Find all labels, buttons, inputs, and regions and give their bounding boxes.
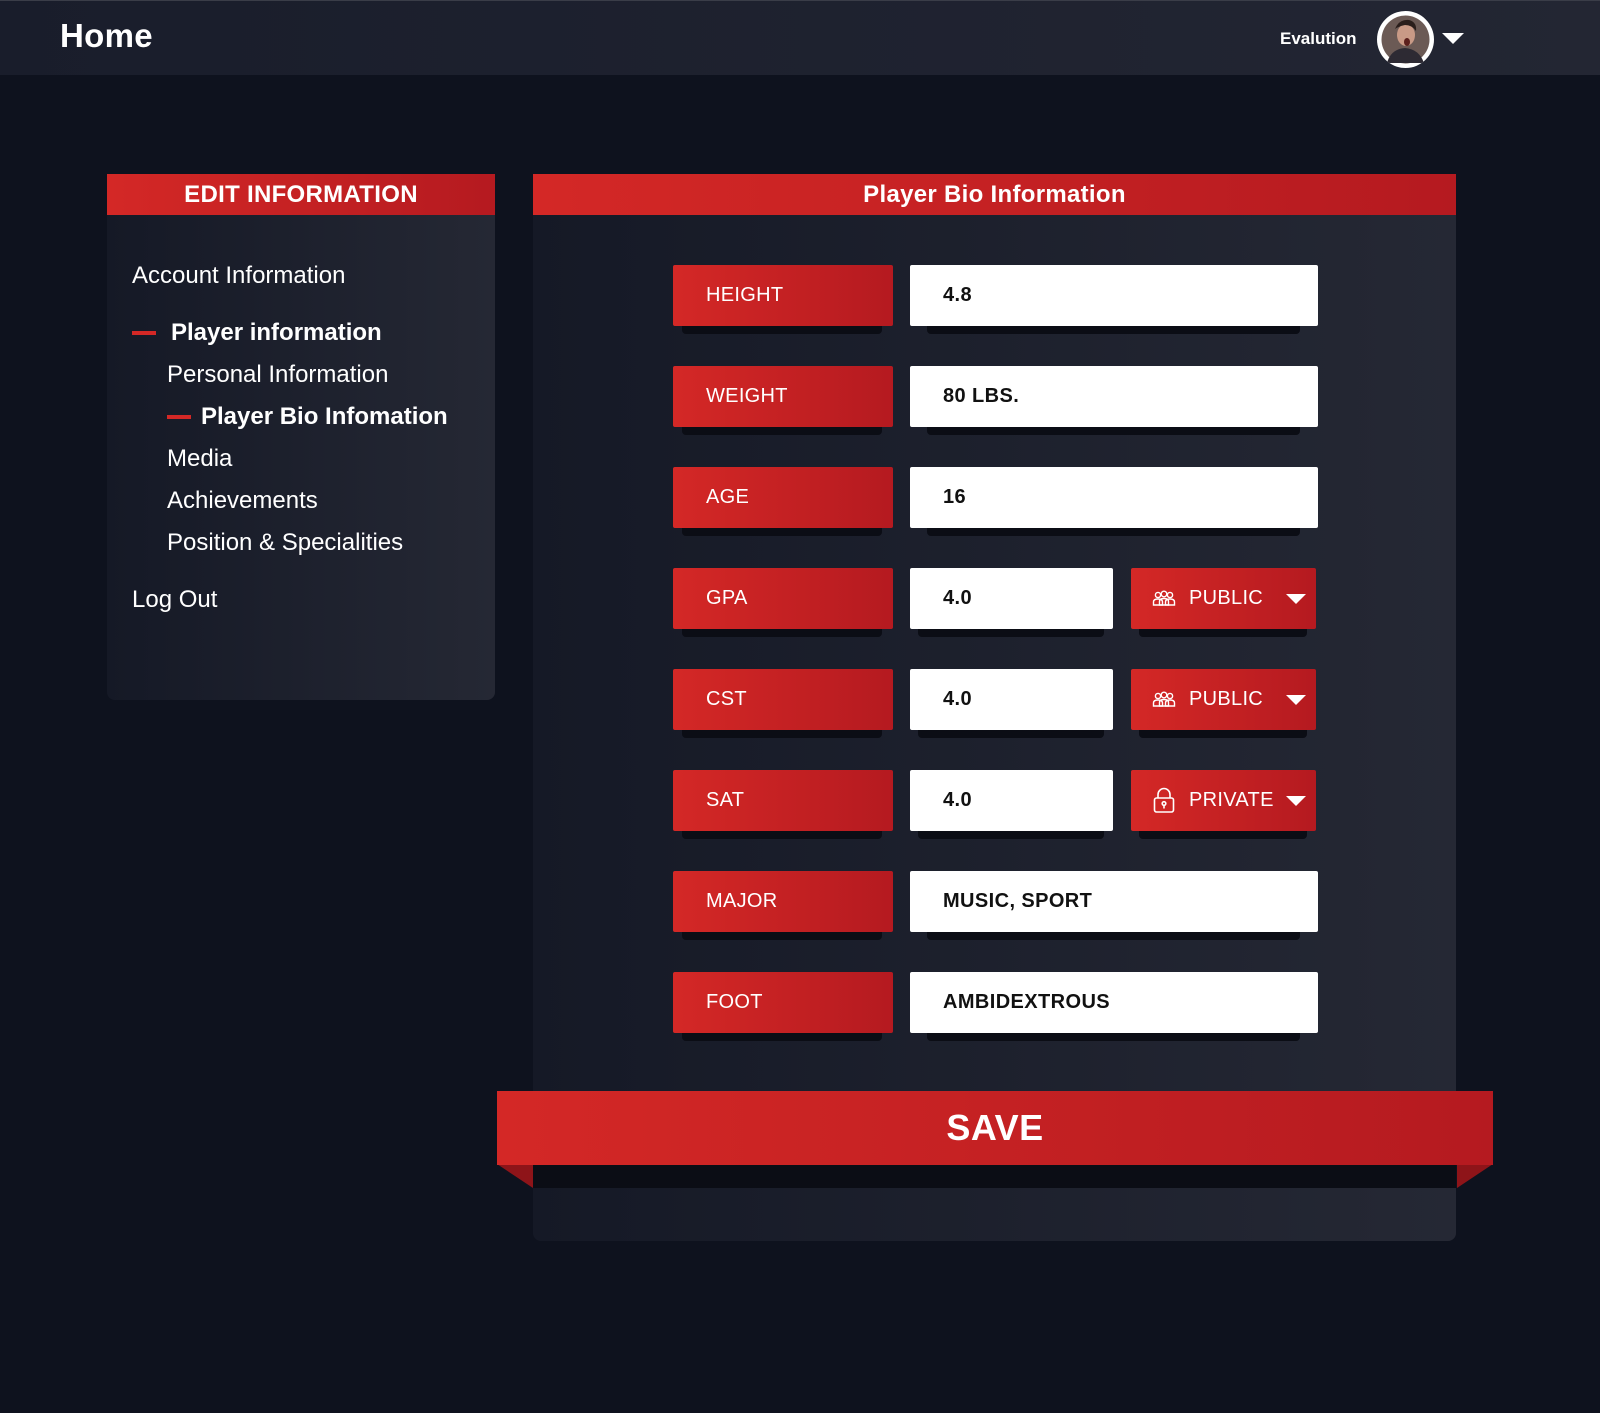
gpa-privacy-dropdown[interactable]: PUBLIC [1131, 568, 1316, 629]
group-icon [1152, 691, 1176, 707]
nav-account-information[interactable]: Account Information [132, 262, 345, 290]
sat-privacy-dropdown[interactable]: PRIVATE [1131, 770, 1316, 831]
chevron-down-icon [1286, 594, 1306, 604]
privacy-label: PUBLIC [1189, 688, 1264, 710]
privacy-label: PRIVATE [1189, 789, 1274, 811]
nav-player-bio-information[interactable]: Player Bio Infomation [201, 403, 448, 431]
user-avatar-icon [1381, 15, 1430, 64]
nav-player-information[interactable]: Player information [171, 319, 382, 347]
avatar[interactable] [1377, 11, 1434, 68]
chevron-down-icon [1286, 796, 1306, 806]
save-button[interactable]: SAVE [497, 1091, 1493, 1165]
weight-input[interactable] [910, 366, 1318, 427]
page-title[interactable]: Home [60, 17, 153, 55]
lock-icon [1153, 787, 1175, 813]
edit-information-panel [107, 174, 495, 700]
cst-privacy-dropdown[interactable]: PUBLIC [1131, 669, 1316, 730]
gpa-label: GPA [673, 568, 893, 629]
cst-label: CST [673, 669, 893, 730]
save-ribbon-fold-left [497, 1164, 533, 1188]
cst-input[interactable] [910, 669, 1113, 730]
sat-input[interactable] [910, 770, 1113, 831]
gpa-input[interactable] [910, 568, 1113, 629]
nav-achievements[interactable]: Achievements [167, 487, 318, 515]
chevron-down-icon[interactable] [1442, 33, 1464, 44]
age-label: AGE [673, 467, 893, 528]
nav-personal-information[interactable]: Personal Information [167, 361, 388, 389]
active-indicator [132, 331, 156, 335]
major-input[interactable] [910, 871, 1318, 932]
privacy-label: PUBLIC [1189, 587, 1264, 609]
save-ribbon-fold-right [1457, 1164, 1493, 1188]
player-bio-header: Player Bio Information [533, 174, 1456, 215]
user-name[interactable]: Evalution [1280, 29, 1357, 49]
save-ribbon-shadow [533, 1164, 1456, 1188]
edit-information-header: EDIT INFORMATION [107, 174, 495, 215]
major-label: MAJOR [673, 871, 893, 932]
nav-media[interactable]: Media [167, 445, 232, 473]
nav-log-out[interactable]: Log Out [132, 586, 217, 614]
nav-position-specialities[interactable]: Position & Specialities [167, 529, 403, 557]
chevron-down-icon [1286, 695, 1306, 705]
top-bar: Home Evalution [0, 0, 1600, 75]
sat-label: SAT [673, 770, 893, 831]
foot-input[interactable] [910, 972, 1318, 1033]
age-input[interactable] [910, 467, 1318, 528]
height-label: HEIGHT [673, 265, 893, 326]
active-indicator [167, 415, 191, 419]
group-icon [1152, 590, 1176, 606]
height-input[interactable] [910, 265, 1318, 326]
weight-label: WEIGHT [673, 366, 893, 427]
foot-label: FOOT [673, 972, 893, 1033]
